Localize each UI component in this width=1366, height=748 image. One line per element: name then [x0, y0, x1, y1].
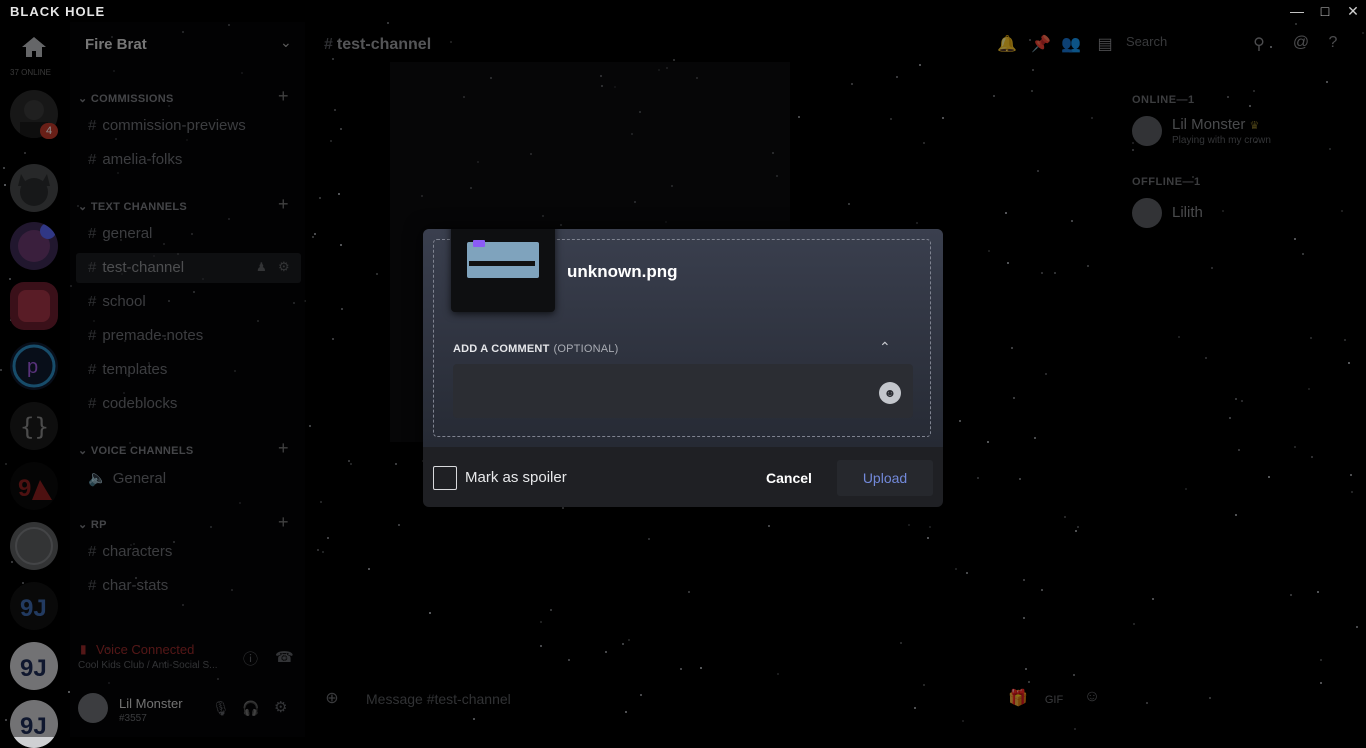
cancel-button[interactable]: Cancel — [759, 460, 819, 496]
app-title: BLACK HOLE — [10, 4, 106, 19]
title-bar: BLACK HOLE — □ ✕ — [0, 0, 1366, 22]
comment-label: ADD A COMMENT (OPTIONAL) — [453, 343, 619, 355]
minimize-icon[interactable]: — — [1282, 0, 1312, 22]
file-thumbnail — [451, 229, 555, 312]
upload-modal: unknown.png ADD A COMMENT (OPTIONAL) ⌃ ☻ … — [423, 229, 943, 507]
spoiler-checkbox[interactable] — [433, 466, 457, 490]
spoiler-label[interactable]: Mark as spoiler — [465, 469, 567, 486]
file-name: unknown.png — [567, 262, 678, 281]
thumbnail-bar — [469, 261, 535, 266]
chevron-up-icon[interactable]: ⌃ — [879, 339, 891, 356]
maximize-icon[interactable]: □ — [1310, 0, 1340, 22]
emoji-icon[interactable]: ☻ — [879, 382, 901, 404]
comment-input[interactable] — [453, 364, 913, 418]
thumbnail-image — [467, 242, 539, 278]
thumbnail-chip — [473, 240, 485, 247]
upload-button[interactable]: Upload — [837, 460, 933, 496]
close-icon[interactable]: ✕ — [1338, 0, 1366, 22]
